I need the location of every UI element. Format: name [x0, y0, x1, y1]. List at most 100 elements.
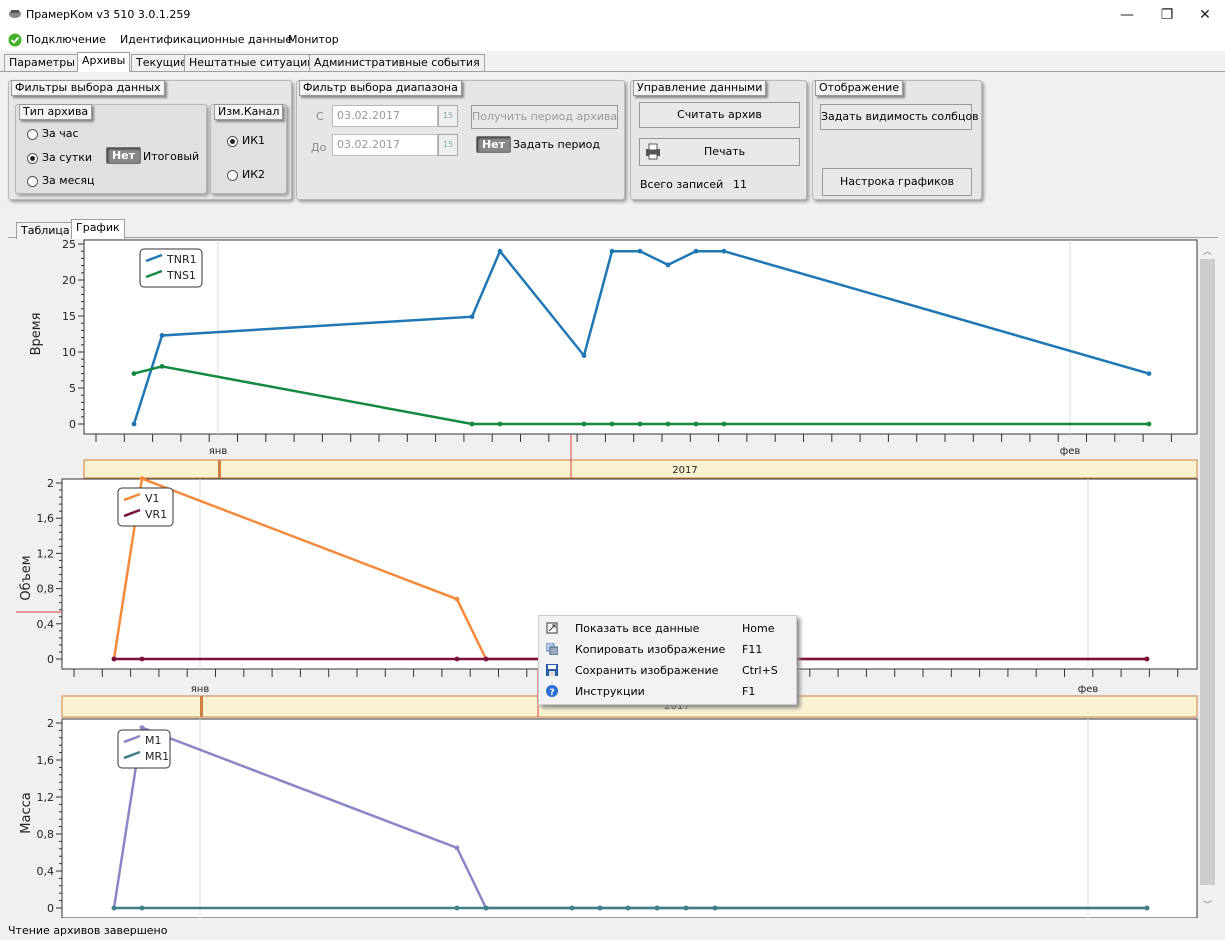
legend-label-MR1: MR1	[145, 750, 169, 763]
menu-copy-image[interactable]: Копировать изображение F11	[539, 639, 794, 660]
minimize-icon[interactable]: —	[1107, 2, 1147, 28]
data-point-TNR1	[637, 248, 643, 254]
scroll-thumb[interactable]	[1200, 259, 1215, 885]
menu-connection[interactable]: Подключение	[26, 33, 106, 46]
data-point-MR1	[454, 905, 460, 911]
to-date-value: 03.02.2017	[337, 138, 400, 151]
timeline-marker	[218, 460, 221, 478]
data-point-TNR1	[131, 421, 137, 427]
zoom-extents-icon	[546, 622, 558, 634]
column-visibility-button[interactable]: Задать видимость солбцов	[820, 104, 979, 130]
radio-channel-2[interactable]	[227, 170, 238, 181]
menu-instructions-label: Инструкции	[575, 685, 645, 698]
menu-identification[interactable]: Идентификационные данные	[120, 33, 292, 46]
data-point-VR1	[1144, 656, 1150, 662]
period-toggle[interactable]: Нет	[476, 136, 511, 153]
radio-month[interactable]	[27, 176, 38, 187]
data-point-MR1	[111, 905, 117, 911]
tab-parameters[interactable]: Параметры	[4, 54, 80, 71]
menu-monitor[interactable]: Монитор	[288, 33, 339, 46]
data-point-TNS1	[609, 421, 615, 427]
data-point-TNR1	[497, 248, 503, 254]
data-point-MR1	[139, 905, 145, 911]
data-point-TNS1	[637, 421, 643, 427]
data-point-MR1	[654, 905, 660, 911]
menu-copy-image-label: Копировать изображение	[575, 643, 726, 656]
x-tick-label: янв	[209, 446, 228, 457]
y-tick-label: 15	[62, 310, 76, 323]
y-axis-label: Масса	[19, 792, 34, 833]
subtab-table[interactable]: Таблица	[16, 222, 75, 239]
data-point-TNR1	[159, 333, 165, 338]
radio-channel-1[interactable]	[227, 136, 238, 147]
tab-admin-events[interactable]: Административные события	[309, 54, 485, 71]
data-point-M1	[139, 725, 145, 731]
subtab-chart[interactable]: График	[71, 219, 125, 239]
scroll-up-icon[interactable]: ︿	[1203, 244, 1212, 257]
print-button[interactable]: Печать	[639, 138, 800, 166]
radio-day[interactable]	[27, 153, 38, 164]
chart-1: 0 5 10 15 20 25 Время янв фев 2017 TNR1 TNS1	[29, 238, 1198, 479]
data-point-TNR1	[1146, 371, 1152, 376]
data-point-TNS1	[665, 421, 671, 427]
close-icon[interactable]: ✕	[1185, 2, 1225, 28]
data-point-VR1	[454, 656, 460, 662]
y-tick-label: 20	[62, 274, 76, 287]
radio-hour[interactable]	[27, 129, 38, 140]
menu-show-all[interactable]: Показать все данные Home	[539, 618, 794, 639]
period-toggle-label: Задать период	[513, 138, 600, 151]
y-tick-label: 0	[47, 653, 54, 666]
radio-channel-1-label: ИК1	[242, 134, 266, 147]
to-date-field[interactable]: 03.02.2017	[332, 134, 438, 156]
tab-current[interactable]: Текущие	[131, 54, 192, 71]
y-tick-label: 2	[47, 717, 54, 730]
y-axis-label: Объем	[19, 555, 34, 600]
data-point-VR1	[139, 656, 145, 662]
status-bar: Чтение архивов завершено	[0, 920, 1225, 940]
radio-channel-2-label: ИК2	[242, 168, 266, 181]
data-point-VR1	[111, 656, 117, 662]
menu-show-all-shortcut: Home	[742, 622, 775, 635]
y-tick-label: 1,2	[37, 791, 55, 804]
scroll-down-icon[interactable]: ﹀	[1203, 898, 1212, 911]
chart-settings-button[interactable]: Настрока графиков	[822, 168, 972, 196]
data-point-MR1	[483, 905, 489, 911]
menu-instructions[interactable]: ? Инструкции F1	[539, 681, 794, 702]
y-tick-label: 25	[62, 238, 76, 251]
data-point-M1	[454, 845, 460, 851]
printer-icon	[646, 143, 660, 160]
from-date-field[interactable]: 03.02.2017	[332, 105, 438, 127]
menu-save-image[interactable]: Сохранить изображение Ctrl+S	[539, 660, 794, 681]
y-tick-label: 10	[62, 346, 76, 359]
from-date-value: 03.02.2017	[337, 109, 400, 122]
total-records-label: Всего записей	[640, 178, 724, 191]
to-label: До	[311, 141, 327, 154]
title-bar: ПрамерКом v3 510 3.0.1.259 — ❐ ✕	[0, 0, 1225, 30]
vertical-scrollbar[interactable]: ︿ ﹀	[1199, 238, 1216, 918]
tab-emergencies[interactable]: Нештатные ситуации	[184, 54, 320, 71]
chart-panel: 0510152025Времяянв фев2017TNR1TNS100,40,8…	[16, 238, 1198, 918]
radio-day-label: За сутки	[42, 151, 93, 164]
app-icon	[9, 10, 21, 18]
y-tick-label: 1,2	[37, 547, 55, 560]
total-toggle[interactable]: Нет	[106, 147, 141, 164]
y-tick-label: 0	[47, 902, 54, 915]
radio-month-label: За месяц	[42, 174, 95, 187]
data-point-V1	[454, 596, 460, 602]
menu-instructions-shortcut: F1	[742, 685, 756, 698]
to-calendar-icon[interactable]: 15	[438, 134, 458, 156]
total-toggle-label: Итоговый	[143, 150, 200, 163]
y-tick-label: 0,4	[37, 618, 55, 631]
restore-icon[interactable]: ❐	[1147, 2, 1187, 28]
data-point-TNS1	[131, 371, 137, 376]
from-calendar-icon[interactable]: 15	[438, 105, 458, 127]
get-period-button[interactable]: Получить период архива	[471, 105, 618, 129]
read-archive-button[interactable]: Считать архив	[639, 102, 800, 128]
data-point-MR1	[625, 905, 631, 911]
data-point-MR1	[712, 905, 718, 911]
timeline-year-label: 2017	[672, 465, 697, 476]
main-tabs: Параметры Архивы Текущие Нештатные ситуа…	[0, 51, 1225, 72]
tab-archives[interactable]: Архивы	[77, 52, 131, 72]
display-title: Отображение	[815, 80, 904, 96]
menu-save-image-label: Сохранить изображение	[575, 664, 719, 677]
